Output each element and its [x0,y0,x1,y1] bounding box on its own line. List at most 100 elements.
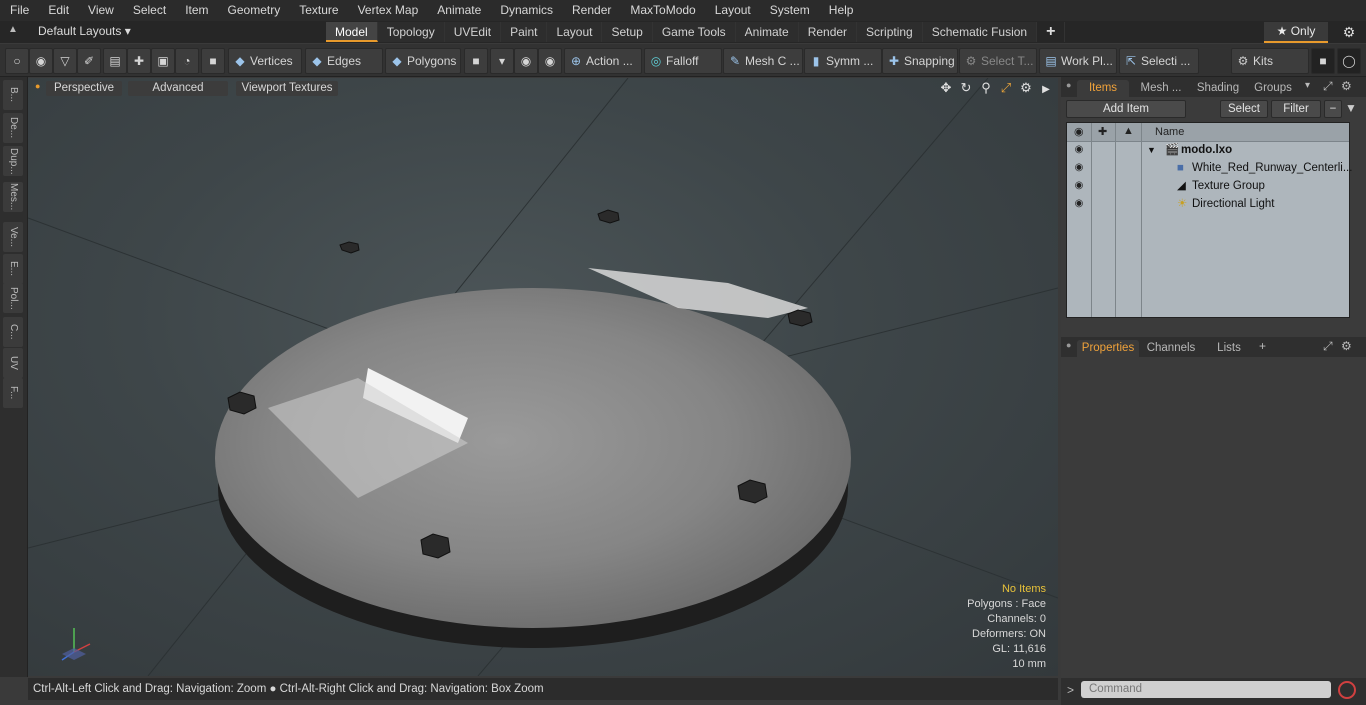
tab-layout[interactable]: Layout [547,22,603,42]
command-input[interactable]: Command [1081,681,1331,698]
viewport-settings-icon[interactable]: ⚙ [1016,80,1036,96]
cube-icon[interactable]: ■ [201,48,225,74]
menu-maxtomodo[interactable]: MaxToModo [620,0,704,21]
select-through-button[interactable]: ⚙ Select T... [959,48,1037,74]
add-panel-tab-icon[interactable]: + [1259,339,1266,353]
vertices-button[interactable]: ◆ Vertices [228,48,302,74]
tab-items[interactable]: Items [1077,80,1129,97]
menu-render[interactable]: Render [562,0,620,21]
menu-select[interactable]: Select [123,0,175,21]
gear-icon[interactable]: ⚙ [1338,22,1360,42]
viewport-textures-dropdown[interactable]: Viewport Textures [236,81,338,96]
eye-icon[interactable]: ◉ [1072,141,1086,159]
tab-scripting[interactable]: Scripting [857,22,923,42]
left-tab-edge[interactable]: E... [3,254,23,284]
props-settings-icon[interactable]: ⚙ [1341,339,1352,353]
lasso-icon[interactable]: ▽ [53,48,77,74]
tab-animate[interactable]: Animate [735,22,799,42]
left-tab-basic[interactable]: B... [3,80,23,110]
menu-geometry[interactable]: Geometry [218,0,290,21]
unreal-icon[interactable]: ◯ [1337,48,1361,74]
left-tab-polygon[interactable]: Pol... [3,283,23,313]
left-tab-curve[interactable]: C... [3,317,23,347]
tab-uvedit[interactable]: UVEdit [444,22,502,42]
item-mode-icon[interactable]: ■ [464,48,488,74]
default-layouts-dropdown[interactable]: Default Layouts ▾ [38,24,131,38]
tree-row-directional-light[interactable]: ◉ ☀ Directional Light [1067,195,1349,213]
rotate-icon[interactable]: ↻ [956,80,976,96]
mesh-constraint-button[interactable]: ✎ Mesh C ... [723,48,803,74]
menu-animate[interactable]: Animate [427,0,490,21]
menu-view[interactable]: View [78,0,123,21]
zoom-icon[interactable]: ⚲ [976,80,996,96]
name-column-header[interactable]: Name [1155,126,1184,138]
brush-icon[interactable]: ✐ [77,48,101,74]
pie-icon[interactable]: ◔ [175,48,199,74]
tab-shading[interactable]: Shading [1191,80,1245,97]
falloff-button[interactable]: ◎ Falloff [644,48,722,74]
left-tab-duplicate[interactable]: Dup... [3,146,23,176]
advanced-dropdown[interactable]: Advanced [128,81,228,96]
tab-mesh-ops[interactable]: Mesh ... [1133,80,1189,97]
kits-button[interactable]: ⚙ Kits [1231,48,1309,74]
perspective-dropdown[interactable]: Perspective [46,81,122,96]
left-tab-mesh-edit[interactable]: Mes... [3,182,23,212]
left-tab-uv[interactable]: UV [3,348,23,378]
eye-icon[interactable]: ◉ [1072,159,1086,177]
symmetry-button[interactable]: ▮ Symm ... [804,48,882,74]
tab-properties[interactable]: Properties [1077,340,1139,357]
tab-game-tools[interactable]: Game Tools [652,22,736,42]
globe-icon[interactable]: ◉ [29,48,53,74]
tree-row-mesh[interactable]: ◉ ■ White_Red_Runway_Centerli... [1067,159,1353,177]
filter-button[interactable]: Filter [1271,100,1321,118]
tab-channels[interactable]: Channels [1145,340,1197,357]
panel-menu-dot-icon[interactable]: ● [1066,80,1071,90]
material2-icon[interactable]: ◉ [538,48,562,74]
tree-row-scene[interactable]: ◉ ▼ 🎬 modo.lxo [1067,141,1349,159]
maximize-icon[interactable]: ⤢ [996,80,1016,96]
center-icon[interactable]: ✚ [127,48,151,74]
menu-item[interactable]: Item [175,0,217,21]
menu-texture[interactable]: Texture [289,0,347,21]
align-icon[interactable]: ▤ [103,48,127,74]
props-menu-dot-icon[interactable]: ● [1066,340,1071,350]
tab-topology[interactable]: Topology [377,22,445,42]
menu-file[interactable]: File [0,0,38,21]
tab-render[interactable]: Render [798,22,858,42]
menu-system[interactable]: System [760,0,819,21]
frame-icon[interactable]: ▣ [151,48,175,74]
viewport-more-icon[interactable]: ▶ [1036,84,1056,95]
eye-icon[interactable]: ◉ [1072,195,1086,213]
collapse-icon[interactable]: − [1324,100,1342,118]
tab-setup[interactable]: Setup [602,22,653,42]
select-button[interactable]: Select [1220,100,1268,118]
tabs-dropdown-icon[interactable]: ▾ [1305,80,1310,91]
add-item-button[interactable]: Add Item [1066,100,1186,118]
funnel-icon[interactable]: ▼ [1345,101,1357,115]
tab-groups[interactable]: Groups [1247,80,1299,97]
select-circle-icon[interactable]: ○ [5,48,29,74]
only-toggle[interactable]: ★ Only [1264,22,1328,43]
unity-icon[interactable]: ■ [1311,48,1335,74]
move-icon[interactable]: ✥ [936,80,956,96]
tab-schematic-fusion[interactable]: Schematic Fusion [922,22,1038,42]
left-tab-vertex[interactable]: Ve... [3,222,23,252]
eye-icon[interactable]: ◉ [1072,177,1086,195]
left-tab-fusion[interactable]: F... [3,378,23,408]
viewport-menu-dot-icon[interactable]: ● [35,81,40,91]
edges-button[interactable]: ◆ Edges [305,48,383,74]
mode-dropdown-icon[interactable]: ▾ [490,48,514,74]
tab-lists[interactable]: Lists [1207,340,1251,357]
tree-row-texture-group[interactable]: ◉ ◢ Texture Group [1067,177,1349,195]
add-tab-icon[interactable]: + [1037,22,1066,42]
tab-paint[interactable]: Paint [501,22,548,42]
menu-layout[interactable]: Layout [705,0,760,21]
selection-sets-button[interactable]: ⇱ Selecti ... [1119,48,1199,74]
work-plane-button[interactable]: ▤ Work Pl... [1039,48,1117,74]
action-center-button[interactable]: ⊕ Action ... [564,48,642,74]
panel-expand-icon[interactable]: ⤢ [1323,79,1333,94]
panel-settings-icon[interactable]: ⚙ [1341,79,1352,93]
menu-dynamics[interactable]: Dynamics [490,0,562,21]
snapping-button[interactable]: ✚ Snapping [882,48,958,74]
left-tab-deform[interactable]: De... [3,113,23,143]
